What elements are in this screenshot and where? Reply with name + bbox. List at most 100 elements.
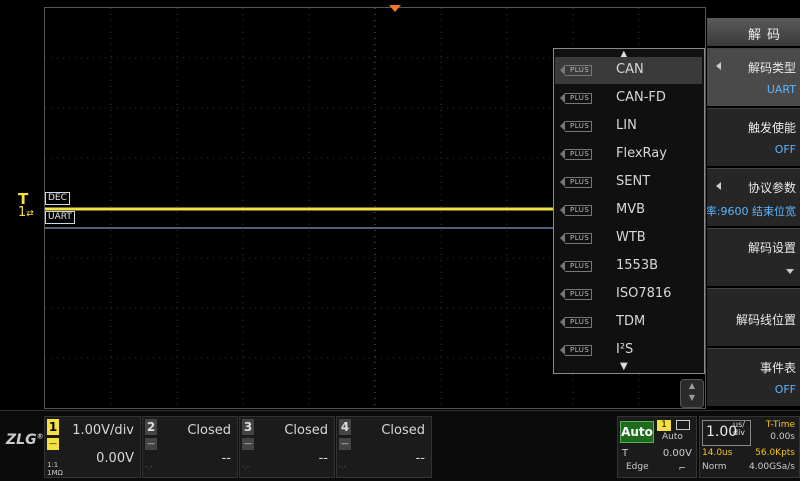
menu-item-decode-settings[interactable]: 解码设置 [707, 228, 800, 286]
menu-item-protocol-params[interactable]: 协议参数 率:9600 结束位宽 [707, 168, 800, 226]
menu-item-label: 解码设置 [747, 241, 796, 255]
channel-scale: Closed [381, 423, 425, 438]
brand-logo: ZLG® [6, 432, 44, 448]
protocol-item[interactable]: PLUS MVB [555, 197, 702, 224]
protocol-item[interactable]: PLUS I²S [555, 337, 702, 364]
protocol-item-label: MVB [616, 202, 646, 217]
horizontal-position: 14.0us [702, 448, 733, 458]
trigger-t-label: T [622, 448, 629, 459]
menu-item-value: 率:9600 结束位宽 [707, 205, 796, 218]
protocol-item-label: I²S [616, 342, 634, 357]
protocol-item[interactable]: PLUS LIN [555, 113, 702, 140]
sample-rate: 4.00GSa/s [749, 462, 795, 472]
trigger-position-marker[interactable] [389, 5, 401, 12]
plus-badge-icon: PLUS [559, 345, 593, 356]
channel-1-offset-marker[interactable]: T 1⇄ [18, 192, 34, 221]
trigger-source: 1 [657, 420, 671, 431]
plus-badge-icon: PLUS [559, 233, 593, 244]
menu-item-value: OFF [774, 383, 796, 396]
trigger-time-value: 0.00s [770, 432, 795, 442]
protocol-item[interactable]: PLUS FlexRay [555, 141, 702, 168]
protocol-item-label: FlexRay [616, 146, 667, 161]
protocol-item[interactable]: PLUS 1553B [555, 253, 702, 280]
memory-depth: 56.0Kpts [755, 448, 795, 458]
timebase-unit-bottom: div [733, 428, 746, 437]
channel-offset: -- [221, 451, 231, 466]
menu-item-label: 触发使能 [747, 121, 796, 135]
protocol-item[interactable]: PLUS CAN [555, 57, 702, 84]
plus-badge-icon: PLUS [559, 65, 593, 76]
channel-probe-info: 1:1 1MΩ [47, 461, 63, 477]
channel-scale: Closed [187, 423, 231, 438]
plus-badge-icon: PLUS [559, 177, 593, 188]
menu-title: 解码 [707, 18, 800, 46]
scroll-down-icon[interactable]: ▼ [620, 361, 628, 372]
probe-ratio: 1:1 [47, 461, 59, 469]
channel-4-panel[interactable]: 4 — Closed -- -.- [336, 416, 432, 478]
coupling-icon: — [145, 438, 157, 450]
trigger-level: 0.00V [662, 448, 692, 459]
menu-item-event-table[interactable]: 事件表 OFF [707, 348, 800, 406]
menu-item-value: OFF [774, 143, 796, 156]
protocol-item[interactable]: PLUS ISO7816 [555, 281, 702, 308]
menu-item-label: 解码类型 [747, 61, 796, 75]
decode-tag: DEC [45, 192, 70, 205]
chevron-left-icon [716, 182, 721, 190]
trigger-type: Edge [626, 462, 649, 472]
menu-item-trigger-enable[interactable]: 触发使能 OFF [707, 108, 800, 166]
protocol-type-list[interactable]: ▲ PLUS CAN PLUS CAN-FD PLUS LIN PLUS FlexRay PLU… [553, 48, 705, 374]
menu-item-label: 解码线位置 [735, 313, 796, 327]
trigger-time-label: T-Time [765, 420, 795, 430]
channel-1-panel[interactable]: 1 — 1.00V/div 0.00V 1:1 1MΩ [44, 416, 141, 478]
input-impedance: 1MΩ [47, 469, 63, 477]
channel-number: 4 [339, 419, 351, 435]
rising-edge-icon: ⌐ [678, 464, 686, 474]
menu-item-decode-type[interactable]: 解码类型 UART [707, 48, 800, 106]
bus-tag: UART [45, 211, 75, 224]
protocol-item[interactable]: PLUS TDM [555, 309, 702, 336]
channel-scale: Closed [284, 423, 328, 438]
trigger-mode-badge[interactable]: Auto [620, 421, 654, 443]
plus-badge-icon: PLUS [559, 317, 593, 328]
channel-offset: -- [318, 451, 328, 466]
coupling-icon: — [47, 438, 59, 450]
chevron-left-icon [716, 62, 721, 70]
protocol-item[interactable]: PLUS CAN-FD [555, 85, 702, 112]
protocol-item-label: TDM [616, 314, 646, 329]
trigger-panel[interactable]: Auto 1 Auto T 0.00V Edge ⌐ [617, 416, 697, 478]
coupling-icon: — [242, 438, 254, 450]
menu-item-decode-line-position[interactable]: 解码线位置 [707, 288, 800, 346]
channel-number: 1 [47, 419, 59, 435]
chevron-down-icon [786, 269, 794, 274]
trigger-coupling-icon [676, 420, 690, 430]
brand-logo-text: ZLG [6, 432, 37, 448]
channel-offset: -- [415, 451, 425, 466]
channel-number: 3 [242, 419, 254, 435]
acquisition-mode: Norm [702, 462, 727, 472]
plus-badge-icon: PLUS [559, 93, 593, 104]
channel-scale: 1.00V/div [72, 423, 134, 438]
protocol-item-label: CAN-FD [616, 90, 666, 105]
plus-badge-icon: PLUS [559, 121, 593, 132]
trigger-sweep: Auto [662, 432, 683, 442]
plus-badge-icon: PLUS [559, 149, 593, 160]
timebase-panel[interactable]: 1.00 us/ div T-Time 0.00s 14.0us 56.0Kpt… [699, 416, 800, 478]
protocol-item-label: WTB [616, 230, 646, 245]
protocol-item[interactable]: PLUS WTB [555, 225, 702, 252]
channel-2-panel[interactable]: 2 — Closed -- -.- [142, 416, 238, 478]
protocol-item-label: ISO7816 [616, 286, 672, 301]
protocol-item-label: LIN [616, 118, 637, 133]
menu-item-value: UART [766, 83, 796, 96]
probe-ratio: -.- [242, 463, 250, 471]
decode-menu: 解码 解码类型 UART 触发使能 OFF 协议参数 率:9600 结束位宽 解… [707, 18, 800, 408]
menu-item-label: 事件表 [759, 361, 796, 375]
protocol-item-label: 1553B [616, 258, 659, 273]
plus-badge-icon: PLUS [559, 261, 593, 272]
scroll-updown-button[interactable]: ▲ ▼ [680, 379, 704, 408]
channel-offset: 0.00V [96, 451, 134, 466]
channel-3-panel[interactable]: 3 — Closed -- -.- [239, 416, 335, 478]
timebase-unit: us/ div [733, 421, 745, 437]
channel-number: 2 [145, 419, 157, 435]
plus-badge-icon: PLUS [559, 289, 593, 300]
protocol-item[interactable]: PLUS SENT [555, 169, 702, 196]
